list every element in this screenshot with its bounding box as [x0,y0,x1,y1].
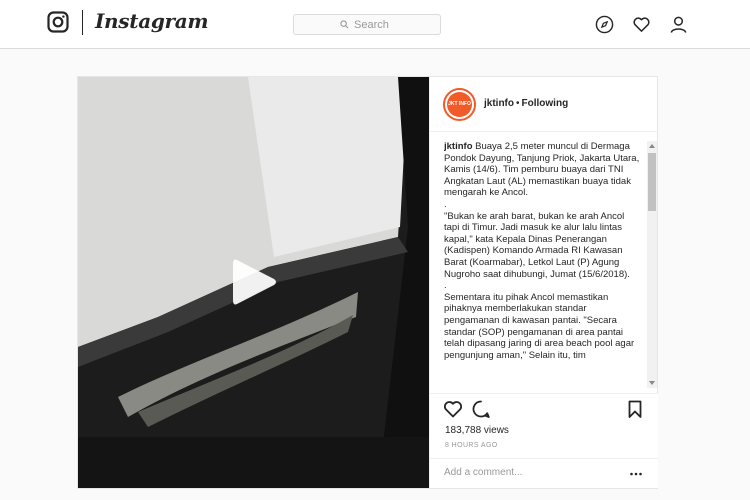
search-input[interactable] [354,18,394,31]
bookmark-icon[interactable] [625,399,645,419]
compass-icon[interactable] [595,15,614,34]
search-icon [340,20,349,29]
post-caption: jktinfo Buaya 2,5 meter muncul di Dermag… [444,141,642,396]
scroll-up-arrow-icon[interactable] [647,141,657,151]
post-actions: 183,788 views 8 HOURS AGO [430,393,658,488]
post-timestamp[interactable]: 8 HOURS AGO [445,442,498,449]
caption-paragraph: "Bukan ke arah barat, bukan ke arah Anco… [444,210,630,280]
logo-divider [82,10,83,35]
profile-icon[interactable] [669,15,688,34]
avatar-label: JKT INFO [447,92,472,117]
scroll-down-arrow-icon[interactable] [647,378,657,388]
post-video[interactable] [78,77,429,488]
caption-paragraph: . [444,280,447,292]
caption-paragraph: . [444,198,447,210]
more-options-icon[interactable] [629,467,643,481]
instagram-logo-icon[interactable] [47,11,69,33]
brand-wordmark[interactable]: Instagram [95,9,209,33]
post-card: JKT INFO jktinfo • Following jktinfo Buaya… [77,76,658,489]
following-button[interactable]: Following [522,98,569,109]
caption-paragraph: jktinfo Buaya 2,5 meter muncul di Dermag… [444,141,640,199]
author-row: jktinfo • Following [484,98,568,109]
search-box[interactable] [293,14,441,35]
separator-dot: • [516,98,520,109]
avatar[interactable]: JKT INFO [443,88,476,121]
caption-username[interactable]: jktinfo [444,141,473,152]
caption-scrollbar[interactable] [647,141,657,388]
scrollbar-thumb[interactable] [648,153,656,211]
top-navigation-bar: Instagram [0,0,750,49]
post-sidebar: JKT INFO jktinfo • Following jktinfo Buaya… [429,77,658,488]
comment-icon[interactable] [471,399,491,419]
caption-paragraph: Sementara itu pihak Ancol memastikan pih… [444,291,635,361]
view-count[interactable]: 183,788 views [445,425,509,436]
post-header: JKT INFO jktinfo • Following [430,77,658,132]
author-username[interactable]: jktinfo [484,98,514,109]
comment-box [430,458,658,489]
play-icon[interactable] [233,258,277,306]
comment-input[interactable] [444,467,614,478]
heart-icon[interactable] [443,399,463,419]
heart-icon[interactable] [632,15,651,34]
